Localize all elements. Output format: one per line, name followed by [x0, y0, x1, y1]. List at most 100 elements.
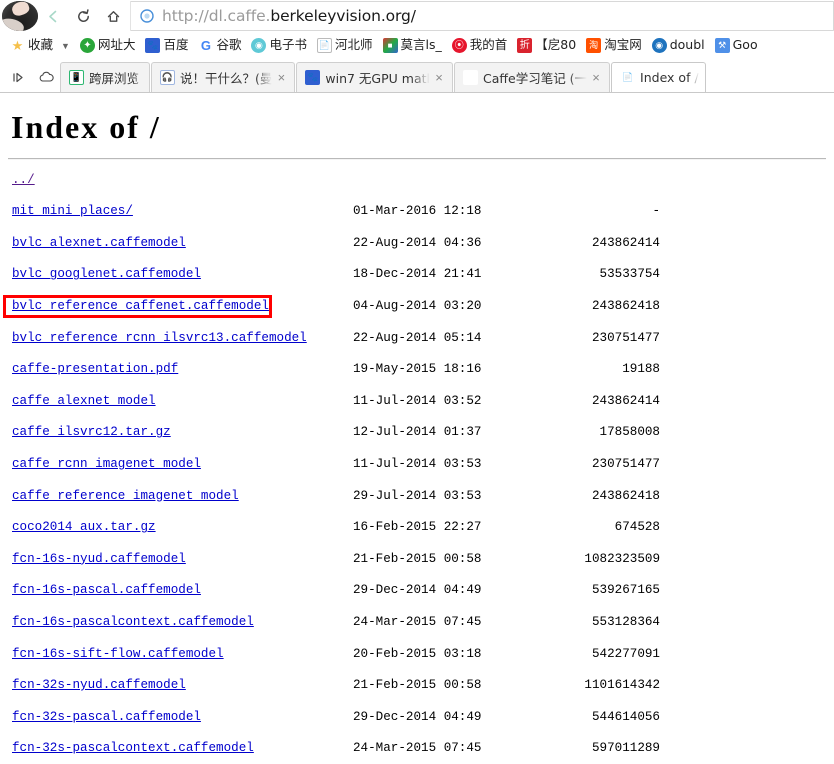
listing-row: coco2014_aux.tar.gz 16-Feb-2015 22:27 6745…	[12, 520, 826, 536]
listing-row: bvlc_alexnet.caffemodel 22-Aug-2014 04:36…	[12, 236, 826, 252]
file-size: 674528	[614, 520, 660, 535]
bookmark-label: 网址大	[97, 37, 136, 53]
cloud-icon[interactable]	[32, 62, 60, 92]
tab-kuaping[interactable]: 📱 跨屏浏览	[60, 62, 150, 92]
bookmark-hebeishi[interactable]: 📄 河北师	[313, 35, 377, 57]
listing-row: fcn-16s-pascal.caffemodel 29-Dec-2014 04:…	[12, 583, 826, 599]
listing-row: fcn-16s-sift-flow.caffemodel 20-Feb-2015 …	[12, 647, 826, 663]
bookmark-google[interactable]: G 谷歌	[194, 35, 245, 57]
bookmark-hao123[interactable]: ✦ 网址大	[76, 35, 140, 57]
file-link[interactable]: fcn-32s-nyud.caffemodel	[12, 678, 186, 694]
file-link[interactable]: caffe_ilsvrc12.tar.gz	[12, 425, 171, 441]
bookmark-label: 收藏	[28, 37, 54, 53]
bookmark-label: 百度	[163, 37, 189, 53]
tab-title: 跨屏浏览	[89, 71, 140, 86]
tab-caffe-notes[interactable]: ⦿ Caffe学习笔记 (一 ×	[454, 62, 611, 92]
bookmark-doubleclick[interactable]: ◉ doubl	[648, 35, 709, 57]
file-modified-date: 21-Feb-2015 00:58	[353, 678, 482, 693]
file-modified-date: 29-Dec-2014 04:49	[353, 583, 482, 598]
file-link[interactable]: caffe_alexnet_model	[12, 394, 156, 410]
directory-listing: ../ mit_mini_places/01-Mar-2016 12:18 - b…	[12, 173, 826, 760]
file-link[interactable]: caffe_rcnn_imagenet_model	[12, 457, 201, 473]
baidu-icon: 🐾	[145, 38, 161, 53]
url-scheme-host-dim: http://dl.caffe.	[162, 7, 271, 25]
home-button[interactable]	[98, 1, 128, 31]
close-icon[interactable]: ×	[274, 71, 288, 85]
bookmark-google-apps[interactable]: ⚒ Goo	[711, 35, 762, 57]
file-link[interactable]: ../	[12, 173, 35, 189]
file-modified-date: 12-Jul-2014 01:37	[353, 425, 482, 440]
avatar[interactable]	[2, 1, 38, 31]
file-link[interactable]: fcn-32s-pascalcontext.caffemodel	[12, 741, 254, 757]
file-modified-date: 11-Jul-2014 03:53	[353, 456, 482, 471]
file-modified-date: 11-Jul-2014 03:52	[353, 393, 482, 408]
file-link[interactable]: bvlc_googlenet.caffemodel	[12, 267, 201, 283]
tab-title: Index of /	[640, 70, 699, 85]
bookmark-favorites[interactable]: ★ 收藏	[6, 35, 57, 57]
doubleclick-icon: ◉	[651, 38, 667, 53]
file-modified-date: 29-Dec-2014 04:49	[353, 709, 482, 724]
file-link[interactable]: fcn-16s-pascalcontext.caffemodel	[12, 615, 254, 631]
tab-win7-gpu[interactable]: 🐾 win7 无GPU matl ×	[296, 62, 453, 92]
file-link[interactable]: bvlc_reference_caffenet.caffemodel	[12, 299, 269, 315]
moyan-icon: ■	[382, 38, 398, 53]
file-size: 53533754	[599, 267, 660, 282]
tab-index-of[interactable]: 📄 Index of /	[611, 62, 706, 92]
ebook-icon: ◉	[251, 38, 267, 53]
address-bar[interactable]: http://dl.caffe.berkeleyvision.org/	[130, 1, 834, 31]
file-link[interactable]: fcn-16s-nyud.caffemodel	[12, 552, 186, 568]
bookmark-ebook[interactable]: ◉ 电子书	[247, 35, 311, 57]
phone-icon: 📱	[69, 70, 84, 85]
bookmark-taobao[interactable]: 淘 淘宝网	[582, 35, 646, 57]
bookmark-moyan[interactable]: ■ 莫言ls_	[379, 35, 446, 57]
file-link[interactable]: fcn-16s-sift-flow.caffemodel	[12, 647, 224, 663]
close-icon[interactable]: ×	[589, 71, 603, 85]
listing-row: fcn-32s-pascalcontext.caffemodel 24-Mar-2…	[12, 741, 826, 757]
file-size: 1101614342	[584, 678, 660, 693]
file-link[interactable]: fcn-16s-pascal.caffemodel	[12, 583, 201, 599]
file-modified-date: 18-Dec-2014 21:41	[353, 267, 482, 282]
file-modified-date: 04-Aug-2014 03:20	[353, 298, 482, 313]
file-link[interactable]: mit_mini_places/	[12, 204, 133, 220]
file-size: 539267165	[591, 583, 660, 598]
listing-row: fcn-32s-pascal.caffemodel 29-Dec-2014 04:…	[12, 710, 826, 726]
tab-title: 说！干什么？(曼	[180, 71, 273, 86]
back-button[interactable]	[38, 1, 68, 31]
file-link[interactable]: bvlc_alexnet.caffemodel	[12, 236, 186, 252]
chevron-down-icon[interactable]: ▼	[61, 41, 70, 51]
file-link[interactable]: caffe_reference_imagenet_model	[12, 489, 239, 505]
bookmark-label: 淘宝网	[604, 37, 642, 53]
tab-shuo[interactable]: 🎧 说！干什么？(曼 ×	[151, 62, 296, 92]
file-link[interactable]: bvlc_reference_rcnn_ilsvrc13.caffemodel	[12, 331, 307, 347]
file-link[interactable]: caffe-presentation.pdf	[12, 362, 178, 378]
file-size: -	[652, 204, 660, 219]
file-link[interactable]: coco2014_aux.tar.gz	[12, 520, 156, 536]
page-icon: 📄	[317, 38, 332, 53]
tab-title: win7 无GPU matl	[325, 71, 430, 86]
listing-row: fcn-16s-nyud.caffemodel 21-Feb-2015 00:58…	[12, 552, 826, 568]
file-size: 597011289	[591, 741, 660, 756]
bookmark-zhe80[interactable]: 折 【戹80	[513, 35, 580, 57]
file-modified-date: 22-Aug-2014 04:36	[353, 235, 482, 250]
file-size: 243862418	[591, 298, 660, 313]
file-size: 17858008	[599, 425, 660, 440]
bookmark-label: doubl	[669, 37, 705, 53]
bookmark-baidu[interactable]: 🐾 百度	[141, 35, 192, 57]
tab-list-icon[interactable]	[4, 62, 32, 92]
bookmark-label: 莫言ls_	[400, 37, 442, 53]
file-modified-date: 16-Feb-2015 22:27	[353, 520, 482, 535]
listing-row: caffe_rcnn_imagenet_model 11-Jul-2014 03:…	[12, 457, 826, 473]
browser-chrome: http://dl.caffe.berkeleyvision.org/ ★ 收藏…	[0, 0, 834, 93]
reload-button[interactable]	[68, 1, 98, 31]
file-size: 544614056	[591, 709, 660, 724]
listing-row: bvlc_googlenet.caffemodel 18-Dec-2014 21:…	[12, 267, 826, 283]
document-icon: 📄	[620, 70, 636, 85]
file-modified-date: 19-May-2015 18:16	[353, 362, 482, 377]
page-content: Index of / ../ mit_mini_places/01-Mar-20…	[0, 93, 834, 760]
close-icon[interactable]: ×	[432, 71, 446, 85]
file-link[interactable]: fcn-32s-pascal.caffemodel	[12, 710, 201, 726]
bookmark-weibo[interactable]: ⦿ 我的首	[448, 35, 512, 57]
file-size: 230751477	[591, 456, 660, 471]
page-title: Index of /	[11, 109, 161, 145]
google-apps-icon: ⚒	[714, 38, 730, 53]
